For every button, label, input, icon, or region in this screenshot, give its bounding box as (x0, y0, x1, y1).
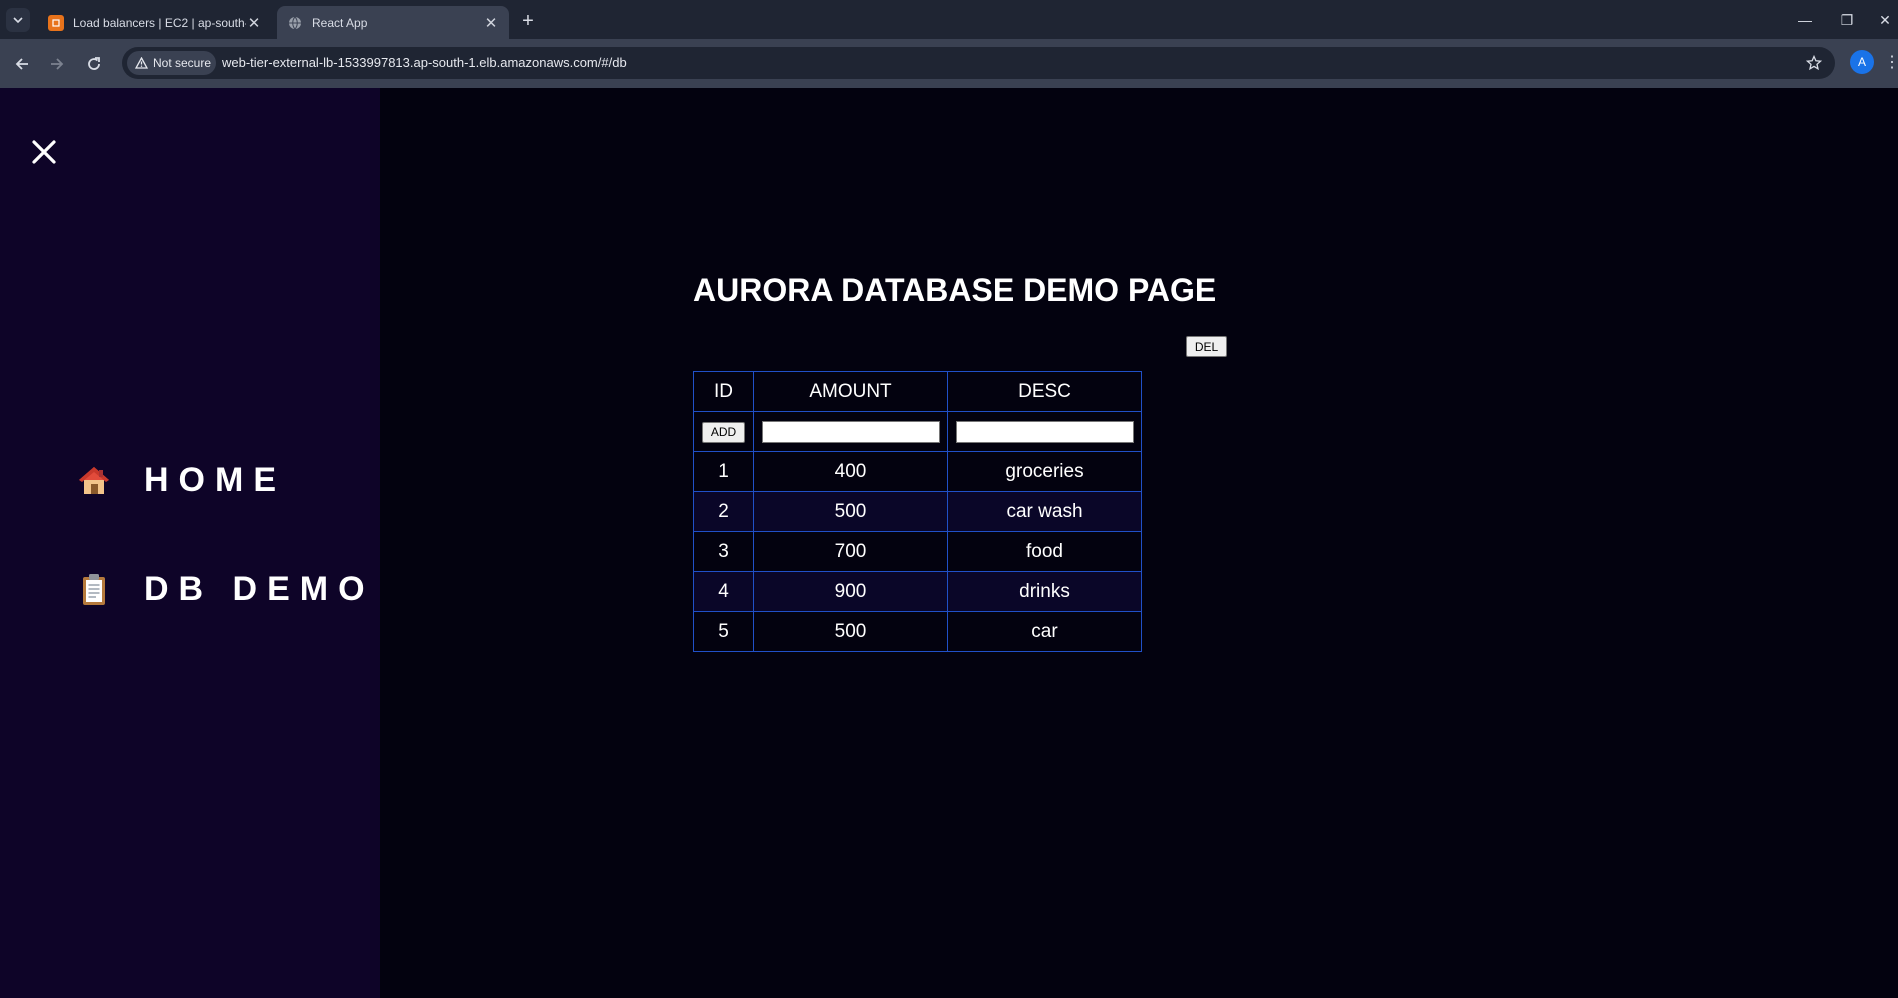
del-button[interactable]: DEL (1186, 336, 1227, 357)
house-icon (74, 460, 114, 500)
cell-desc: food (947, 531, 1142, 572)
profile-avatar[interactable]: A (1850, 50, 1874, 74)
table-row: 1 400 groceries (693, 451, 1142, 492)
cell-amount: 500 (753, 491, 948, 532)
chevron-down-icon (13, 17, 23, 24)
url-text[interactable]: web-tier-external-lb-1533997813.ap-south… (222, 47, 627, 79)
table-row: 5 500 car (693, 611, 1142, 652)
close-icon (32, 140, 56, 164)
page-viewport: HOME DB DEMO AURORA DATABASE DEMO PAGE D… (0, 88, 1898, 998)
tab-search-button[interactable] (6, 8, 30, 32)
close-icon[interactable]: ✕ (483, 14, 499, 32)
reload-icon (88, 57, 100, 70)
cell-desc: groceries (947, 451, 1142, 492)
table-header-row: ID AMOUNT DESC (693, 371, 1142, 412)
tab-react-app[interactable]: React App ✕ (277, 6, 509, 39)
header-desc: DESC (947, 371, 1142, 412)
browser-tab-strip: Load balancers | EC2 | ap-south-1 ✕ Reac… (0, 0, 1898, 39)
bookmark-button[interactable] (1803, 52, 1825, 74)
desc-input[interactable] (955, 420, 1134, 443)
header-id: ID (693, 371, 754, 412)
cell-amount: 700 (753, 531, 948, 572)
warning-icon (135, 57, 148, 69)
desc-input-cell (947, 411, 1142, 452)
sidebar-item-label: HOME (144, 460, 286, 499)
tab-title: Load balancers | EC2 | ap-south-1 (73, 15, 246, 30)
add-cell: ADD (693, 411, 754, 452)
clipboard-icon (74, 569, 114, 609)
cell-desc: car wash (947, 491, 1142, 532)
table-row: 2 500 car wash (693, 491, 1142, 532)
cell-id: 3 (693, 531, 754, 572)
cell-amount: 400 (753, 451, 948, 492)
back-button[interactable] (9, 51, 35, 77)
records-table: ID AMOUNT DESC ADD 1 400 groceries 2 500… (693, 371, 1142, 652)
forward-button[interactable] (44, 51, 70, 77)
new-tab-button[interactable]: + (516, 10, 540, 34)
add-button[interactable]: ADD (702, 421, 745, 443)
cell-id: 4 (693, 571, 754, 612)
tab-title: React App (312, 15, 368, 30)
table-row: 4 900 drinks (693, 571, 1142, 612)
minimize-button[interactable]: — (1790, 8, 1820, 32)
amount-input[interactable] (761, 420, 940, 443)
restore-button[interactable]: ❐ (1832, 8, 1862, 32)
tab-load-balancers[interactable]: Load balancers | EC2 | ap-south-1 ✕ (38, 6, 272, 39)
cell-id: 5 (693, 611, 754, 652)
arrow-right-icon (51, 58, 64, 70)
globe-icon (287, 15, 303, 31)
close-icon[interactable]: ✕ (246, 14, 262, 32)
sidebar: HOME DB DEMO (0, 88, 380, 998)
add-row: ADD (693, 411, 1142, 452)
sidebar-item-label: DB DEMO (144, 569, 375, 608)
browser-toolbar: Not secure web-tier-external-lb-15339978… (0, 39, 1898, 88)
cell-id: 1 (693, 451, 754, 492)
arrow-left-icon (15, 58, 28, 70)
aws-ec2-icon (48, 14, 64, 31)
sidebar-item-home[interactable]: HOME (74, 460, 286, 500)
cell-id: 2 (693, 491, 754, 532)
table-row: 3 700 food (693, 531, 1142, 572)
close-menu-button[interactable] (30, 138, 58, 166)
window-close-button[interactable]: ✕ (1872, 8, 1898, 32)
cell-desc: drinks (947, 571, 1142, 612)
address-bar[interactable]: Not secure web-tier-external-lb-15339978… (122, 47, 1835, 79)
cell-amount: 900 (753, 571, 948, 612)
cell-amount: 500 (753, 611, 948, 652)
security-label: Not secure (153, 56, 212, 70)
header-amount: AMOUNT (753, 371, 948, 412)
sidebar-item-db-demo[interactable]: DB DEMO (74, 569, 375, 609)
security-indicator[interactable]: Not secure (127, 51, 216, 75)
star-icon (1806, 55, 1822, 71)
amount-input-cell (753, 411, 948, 452)
browser-menu-button[interactable]: ⋮ (1884, 51, 1898, 75)
page-title: AURORA DATABASE DEMO PAGE (693, 272, 1217, 308)
cell-desc: car (947, 611, 1142, 652)
reload-button[interactable] (81, 51, 107, 77)
